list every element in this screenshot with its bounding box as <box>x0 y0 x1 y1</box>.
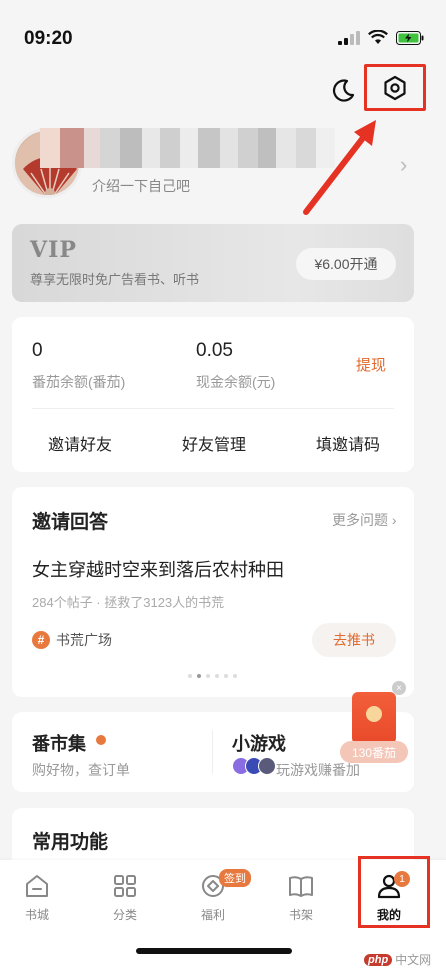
chevron-right-icon: › <box>391 512 397 528</box>
mine-highlight-box <box>358 856 430 928</box>
battery-icon <box>396 30 424 45</box>
watermark: php 中文网 <box>364 951 431 968</box>
tag-label: 书荒广场 <box>56 632 112 648</box>
tab-label: 福利 <box>200 908 225 922</box>
book-square-tag[interactable]: # 书荒广场 <box>32 630 112 650</box>
settings-highlight-box <box>364 64 426 111</box>
common-functions-title: 常用功能 <box>32 832 109 853</box>
home-icon <box>26 875 48 897</box>
games-subtitle: 玩游戏赚番加 <box>276 762 360 778</box>
profile-intro[interactable]: 介绍一下自己吧 <box>92 176 190 196</box>
book-icon <box>289 876 313 897</box>
status-time: 09:20 <box>24 28 73 49</box>
home-indicator <box>136 948 292 954</box>
vip-subtitle: 尊享无限时免广告看书、听书 <box>30 272 200 287</box>
notification-dot <box>96 735 106 745</box>
grid-icon <box>114 875 136 897</box>
sign-in-badge: 签到 <box>219 869 251 887</box>
cellular-signal-icon <box>338 30 360 45</box>
more-questions-link[interactable]: 更多问题 › <box>332 510 397 530</box>
chevron-right-icon[interactable]: › <box>400 152 407 178</box>
market-subtitle: 购好物，查订单 <box>32 762 130 778</box>
tab-label: 分类 <box>112 908 137 922</box>
blurred-username <box>40 128 335 168</box>
close-icon[interactable]: × <box>392 681 406 695</box>
status-icons <box>338 30 424 45</box>
market-title[interactable]: 番市集 <box>32 730 86 756</box>
tab-category[interactable]: 分类 <box>95 872 155 923</box>
withdraw-button[interactable]: 提现 <box>356 354 386 375</box>
games-title[interactable]: 小游戏 <box>232 730 286 756</box>
invite-friends-button[interactable]: 邀请好友 <box>48 431 112 455</box>
hashtag-icon: # <box>32 631 50 649</box>
invite-answers-title: 邀请回答 <box>32 512 109 533</box>
enter-invite-code-button[interactable]: 填邀请码 <box>316 431 380 455</box>
watermark-text: 中文网 <box>395 953 432 967</box>
tomato-balance-value[interactable]: 0 <box>32 340 43 362</box>
red-packet-icon[interactable] <box>352 692 396 744</box>
tab-label: 书架 <box>288 908 313 922</box>
vip-title: VIP <box>30 237 77 263</box>
watermark-logo: php <box>364 953 393 966</box>
tomato-balance-label: 番茄余额(番茄) <box>32 374 126 390</box>
carousel-dots <box>188 674 237 678</box>
settings-icon[interactable] <box>382 75 408 101</box>
red-packet-badge: 130番茄 <box>340 741 408 763</box>
tab-label: 书城 <box>24 908 49 922</box>
vip-open-button[interactable]: ¥6.00开通 <box>296 248 396 280</box>
tab-bookstore[interactable]: 书城 <box>7 872 67 923</box>
tab-bookshelf[interactable]: 书架 <box>271 872 331 923</box>
friend-management-button[interactable]: 好友管理 <box>182 431 246 455</box>
game-avatars <box>232 757 276 775</box>
question-meta: 284个帖子 · 拯救了3123人的书荒 <box>32 595 225 610</box>
cash-balance-label: 现金余额(元) <box>196 374 276 390</box>
cash-balance-value[interactable]: 0.05 <box>196 340 233 362</box>
wifi-icon <box>368 30 388 44</box>
question-title[interactable]: 女主穿越时空来到落后农村种田 <box>32 556 284 582</box>
recommend-book-button[interactable]: 去推书 <box>312 623 396 657</box>
divider <box>212 730 213 774</box>
night-mode-icon[interactable] <box>330 78 356 104</box>
more-questions-label: 更多问题 <box>332 512 388 528</box>
divider <box>32 408 394 409</box>
